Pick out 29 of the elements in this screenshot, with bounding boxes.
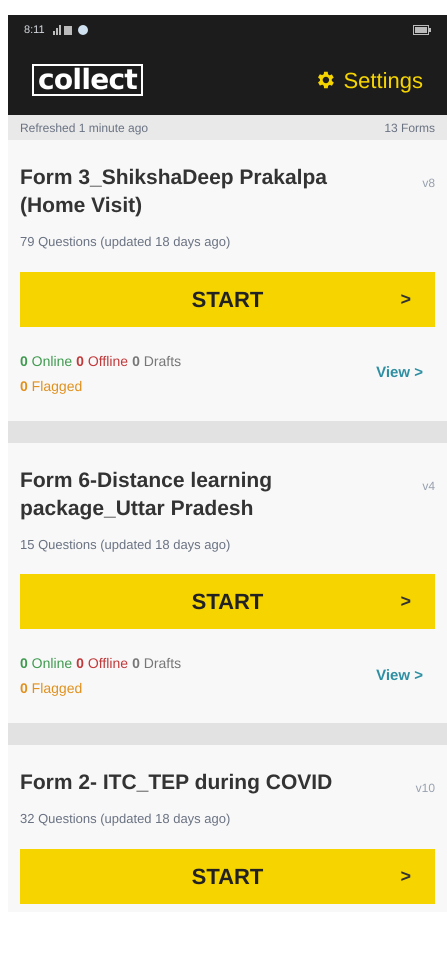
sync-count: 0 Online bbox=[20, 654, 72, 673]
question-count: 79 Questions (updated 18 days ago) bbox=[20, 233, 232, 251]
status-icons bbox=[52, 24, 89, 36]
sync-count: 0 Offline bbox=[76, 654, 128, 673]
sync-count: 0 Flagged bbox=[20, 679, 84, 698]
sync-count: 0 Flagged bbox=[20, 376, 84, 396]
sync-count: 0 Drafts bbox=[132, 352, 182, 370]
start-button[interactable]: START > bbox=[20, 272, 435, 326]
form-title: Form 2- ITC_TEP during COVID bbox=[20, 770, 334, 796]
start-button[interactable]: START > bbox=[20, 574, 435, 629]
app-logo: collect bbox=[32, 64, 144, 96]
settings-button[interactable]: Settings bbox=[314, 64, 423, 96]
sync-count: 0 Drafts bbox=[132, 654, 182, 673]
sync-count: 0 Offline bbox=[76, 352, 128, 370]
sync-count: 0 Online bbox=[20, 352, 72, 370]
form-version: v10 bbox=[416, 780, 435, 797]
view-link[interactable]: View > bbox=[376, 664, 423, 688]
question-count: 15 Questions (updated 18 days ago) bbox=[20, 536, 232, 554]
start-button[interactable]: START > bbox=[20, 848, 435, 904]
question-count: 32 Questions (updated 18 days ago) bbox=[20, 810, 232, 828]
form-title: Form 3_ShikshaDeep Prakalpa (Home Visit) bbox=[20, 165, 328, 219]
status-time: 8:11 bbox=[24, 22, 45, 38]
form-count: 13 Forms bbox=[384, 120, 435, 136]
form-version: v8 bbox=[422, 175, 435, 192]
form-title: Form 6-Distance learning package_Uttar Pradesh bbox=[20, 468, 274, 522]
view-link[interactable]: View > bbox=[376, 362, 423, 385]
form-version: v4 bbox=[422, 478, 435, 494]
battery-icon bbox=[413, 25, 431, 35]
refreshed-label: Refreshed 1 minute ago bbox=[20, 120, 148, 136]
